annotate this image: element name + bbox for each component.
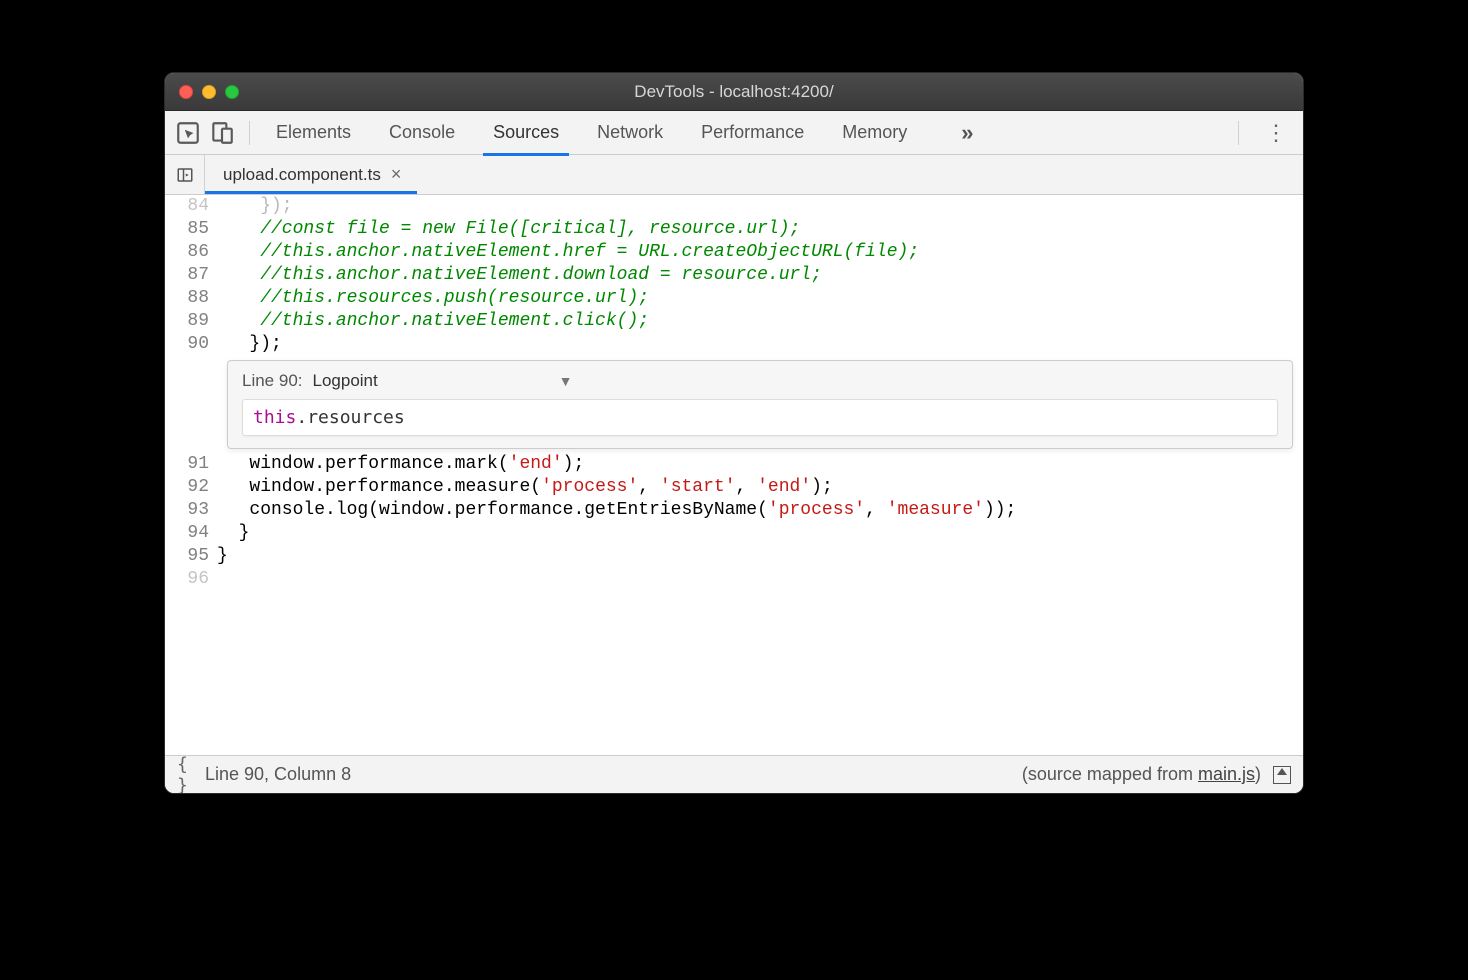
code-line[interactable]: }); xyxy=(217,333,282,356)
tab-elements[interactable]: Elements xyxy=(272,114,355,151)
chevron-down-icon: ▼ xyxy=(559,373,573,389)
window-title: DevTools - localhost:4200/ xyxy=(165,82,1303,102)
code-line[interactable]: window.performance.measure('process', 's… xyxy=(217,476,833,499)
breakpoint-type-value: Logpoint xyxy=(313,371,378,391)
source-map-link[interactable]: main.js xyxy=(1198,764,1255,784)
line-number[interactable]: 96 xyxy=(165,568,217,591)
bottom-drawer-toggle-icon[interactable] xyxy=(1273,766,1291,784)
tab-performance[interactable]: Performance xyxy=(697,114,808,151)
device-toggle-icon[interactable] xyxy=(209,120,235,146)
tab-console[interactable]: Console xyxy=(385,114,459,151)
line-number[interactable]: 88 xyxy=(165,287,217,310)
devtools-window: DevTools - localhost:4200/ Elements Cons… xyxy=(164,72,1304,794)
tab-sources[interactable]: Sources xyxy=(489,114,563,151)
tabs-overflow-button[interactable]: » xyxy=(961,120,973,146)
code-line[interactable]: //this.anchor.nativeElement.download = r… xyxy=(217,264,822,287)
file-tabbar: upload.component.ts × xyxy=(165,155,1303,195)
breakpoint-editor: Line 90: Logpoint ▼ this.resources xyxy=(227,360,1293,449)
code-line[interactable]: } xyxy=(217,545,228,568)
file-tab-active[interactable]: upload.component.ts × xyxy=(205,155,417,194)
code-line[interactable]: //const file = new File([critical], reso… xyxy=(217,218,800,241)
close-icon[interactable]: × xyxy=(391,164,402,185)
line-number[interactable]: 89 xyxy=(165,310,217,333)
code-line[interactable]: } xyxy=(217,522,249,545)
line-number[interactable]: 94 xyxy=(165,522,217,545)
separator xyxy=(1238,121,1239,145)
titlebar: DevTools - localhost:4200/ xyxy=(165,73,1303,111)
panel-tabs: Elements Console Sources Network Perform… xyxy=(272,114,973,151)
navigator-toggle-icon[interactable] xyxy=(165,155,205,194)
code-line[interactable]: //this.resources.push(resource.url); xyxy=(217,287,649,310)
line-number[interactable]: 93 xyxy=(165,499,217,522)
line-number[interactable]: 86 xyxy=(165,241,217,264)
line-number[interactable]: 91 xyxy=(165,453,217,476)
line-number[interactable]: 90 xyxy=(165,333,217,356)
breakpoint-type-select[interactable]: Logpoint ▼ xyxy=(313,371,573,391)
cursor-position: Line 90, Column 8 xyxy=(205,764,351,785)
line-number[interactable]: 95 xyxy=(165,545,217,568)
tab-memory[interactable]: Memory xyxy=(838,114,911,151)
code-viewport[interactable]: 84 }); 85 //const file = new File([criti… xyxy=(165,195,1303,755)
pretty-print-icon[interactable]: { } xyxy=(177,754,205,795)
line-number[interactable]: 92 xyxy=(165,476,217,499)
window-close-button[interactable] xyxy=(179,85,193,99)
line-number[interactable]: 87 xyxy=(165,264,217,287)
breakpoint-line-label: Line 90: xyxy=(242,371,303,391)
main-tabbar: Elements Console Sources Network Perform… xyxy=(165,111,1303,155)
code-line[interactable]: }); xyxy=(217,195,293,218)
line-number[interactable]: 84 xyxy=(165,195,217,218)
code-line[interactable]: window.performance.mark('end'); xyxy=(217,453,584,476)
window-maximize-button[interactable] xyxy=(225,85,239,99)
window-minimize-button[interactable] xyxy=(202,85,216,99)
code-line[interactable]: //this.anchor.nativeElement.click(); xyxy=(217,310,649,333)
inspect-icon[interactable] xyxy=(175,120,201,146)
code-line[interactable]: console.log(window.performance.getEntrie… xyxy=(217,499,1016,522)
source-editor[interactable]: 84 }); 85 //const file = new File([criti… xyxy=(165,195,1303,755)
source-map-info: (source mapped from main.js) xyxy=(1022,764,1261,785)
logpoint-expression-input[interactable]: this.resources xyxy=(242,399,1278,436)
statusbar: { } Line 90, Column 8 (source mapped fro… xyxy=(165,755,1303,793)
code-line[interactable]: //this.anchor.nativeElement.href = URL.c… xyxy=(217,241,919,264)
window-controls xyxy=(179,85,239,99)
line-number[interactable]: 85 xyxy=(165,218,217,241)
file-tab-name: upload.component.ts xyxy=(223,165,381,185)
settings-menu-button[interactable]: ⋮ xyxy=(1259,120,1293,146)
tab-network[interactable]: Network xyxy=(593,114,667,151)
separator xyxy=(249,121,250,145)
